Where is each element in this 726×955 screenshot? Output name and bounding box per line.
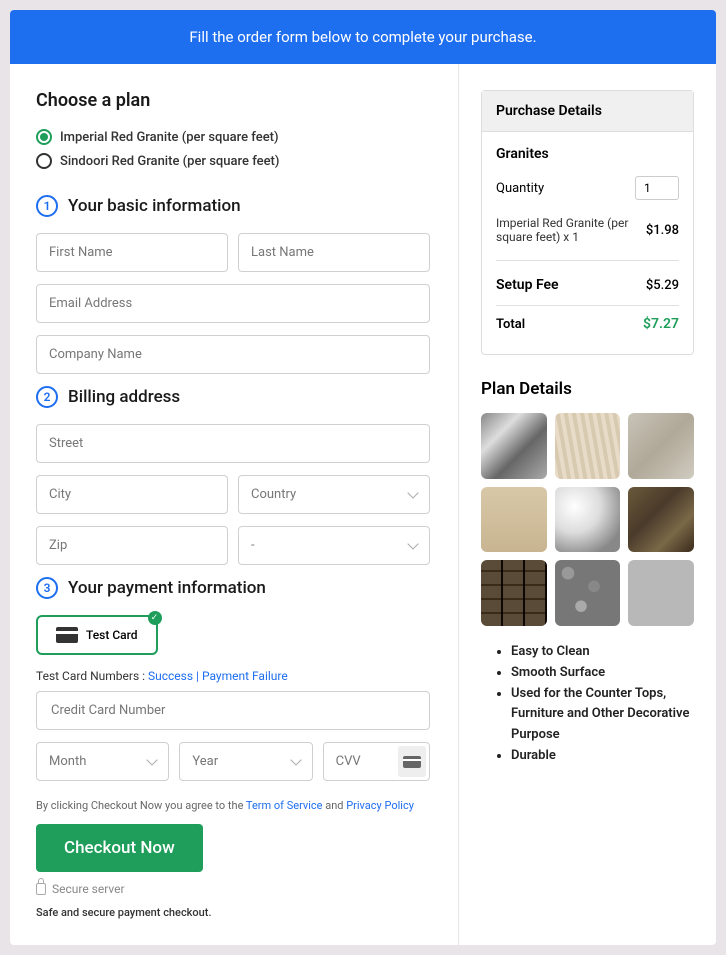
test-card-note: Test Card Numbers : Success | Payment Fa… <box>36 669 430 683</box>
right-column: Purchase Details Granites Quantity Imper… <box>459 64 716 945</box>
tos-link[interactable]: Term of Service <box>246 799 323 812</box>
plan-option-label: Sindoori Red Granite (per square feet) <box>60 154 279 169</box>
feature-item: Durable <box>511 746 694 767</box>
purchase-panel-body: Granites Quantity Imperial Red Granite (… <box>482 132 693 354</box>
secure-note: Secure server <box>36 882 430 896</box>
plan-title: Choose a plan <box>36 90 430 111</box>
first-name-input[interactable] <box>36 233 228 272</box>
granite-swatch[interactable] <box>555 487 621 553</box>
feature-item: Smooth Surface <box>511 663 694 684</box>
step-number-icon: 1 <box>36 195 58 217</box>
year-select[interactable]: Year <box>179 742 312 781</box>
state-select[interactable]: - <box>238 526 430 565</box>
line-item-desc: Imperial Red Granite (per square feet) x… <box>496 216 646 244</box>
agreement-text: By clicking Checkout Now you agree to th… <box>36 799 430 812</box>
setup-fee-label: Setup Fee <box>496 277 559 293</box>
quantity-input[interactable] <box>635 176 679 200</box>
country-select[interactable]: Country <box>238 475 430 514</box>
city-input[interactable] <box>36 475 228 514</box>
granite-swatch[interactable] <box>555 413 621 479</box>
checkout-container: Fill the order form below to complete yo… <box>10 10 716 945</box>
section-header-2: 2 Billing address <box>36 386 430 408</box>
cvv-card-icon <box>398 746 426 777</box>
chevron-down-icon <box>290 754 301 765</box>
safe-note: Safe and secure payment checkout. <box>36 906 430 919</box>
last-name-input[interactable] <box>238 233 430 272</box>
radio-icon <box>36 153 52 169</box>
card-type-label: Test Card <box>86 628 138 642</box>
granite-swatch[interactable] <box>481 413 547 479</box>
granite-swatch[interactable] <box>628 560 694 626</box>
plan-option-label: Imperial Red Granite (per square feet) <box>60 130 279 145</box>
setup-fee-price: $5.29 <box>646 278 679 293</box>
month-select[interactable]: Month <box>36 742 169 781</box>
total-price: $7.27 <box>643 316 679 332</box>
card-type-selector[interactable]: Test Card ✓ <box>36 615 158 655</box>
feature-item: Used for the Counter Tops, Furniture and… <box>511 684 694 746</box>
section-header-1: 1 Your basic information <box>36 195 430 217</box>
left-column: Choose a plan Imperial Red Granite (per … <box>10 64 459 945</box>
step-number-icon: 3 <box>36 577 58 599</box>
check-icon: ✓ <box>148 611 162 625</box>
granite-swatch[interactable] <box>555 560 621 626</box>
purchase-panel-header: Purchase Details <box>482 91 693 132</box>
chevron-down-icon <box>407 538 418 549</box>
street-input[interactable] <box>36 424 430 463</box>
card-number-input[interactable] <box>36 691 430 730</box>
granite-swatch[interactable] <box>628 487 694 553</box>
company-input[interactable] <box>36 335 430 374</box>
step-number-icon: 2 <box>36 386 58 408</box>
privacy-link[interactable]: Privacy Policy <box>346 799 414 812</box>
failure-link[interactable]: Payment Failure <box>202 669 288 683</box>
section-header-3: 3 Your payment information <box>36 577 430 599</box>
feature-item: Easy to Clean <box>511 642 694 663</box>
radio-icon <box>36 129 52 145</box>
granite-swatch[interactable] <box>628 413 694 479</box>
granite-swatch[interactable] <box>481 560 547 626</box>
feature-list: Easy to Clean Smooth Surface Used for th… <box>481 642 694 767</box>
purchase-subtitle: Granites <box>496 146 679 162</box>
plan-radio-group: Imperial Red Granite (per square feet) S… <box>36 125 430 173</box>
success-link[interactable]: Success <box>148 669 193 683</box>
plan-option-sindoori[interactable]: Sindoori Red Granite (per square feet) <box>36 149 430 173</box>
chevron-down-icon <box>407 487 418 498</box>
swatch-grid <box>481 413 694 626</box>
purchase-panel: Purchase Details Granites Quantity Imper… <box>481 90 694 355</box>
lock-icon <box>36 883 46 895</box>
checkout-button[interactable]: Checkout Now <box>36 824 203 872</box>
plan-details-title: Plan Details <box>481 379 694 399</box>
plan-option-imperial[interactable]: Imperial Red Granite (per square feet) <box>36 125 430 149</box>
section-title: Billing address <box>68 387 180 407</box>
banner: Fill the order form below to complete yo… <box>10 10 716 64</box>
section-title: Your basic information <box>68 196 241 216</box>
granite-swatch[interactable] <box>481 487 547 553</box>
total-label: Total <box>496 317 525 332</box>
credit-card-icon <box>56 627 78 643</box>
quantity-label: Quantity <box>496 181 544 196</box>
email-input[interactable] <box>36 284 430 323</box>
line-item-price: $1.98 <box>646 223 679 238</box>
zip-input[interactable] <box>36 526 228 565</box>
content: Choose a plan Imperial Red Granite (per … <box>10 64 716 945</box>
section-title: Your payment information <box>68 578 266 598</box>
chevron-down-icon <box>147 754 158 765</box>
